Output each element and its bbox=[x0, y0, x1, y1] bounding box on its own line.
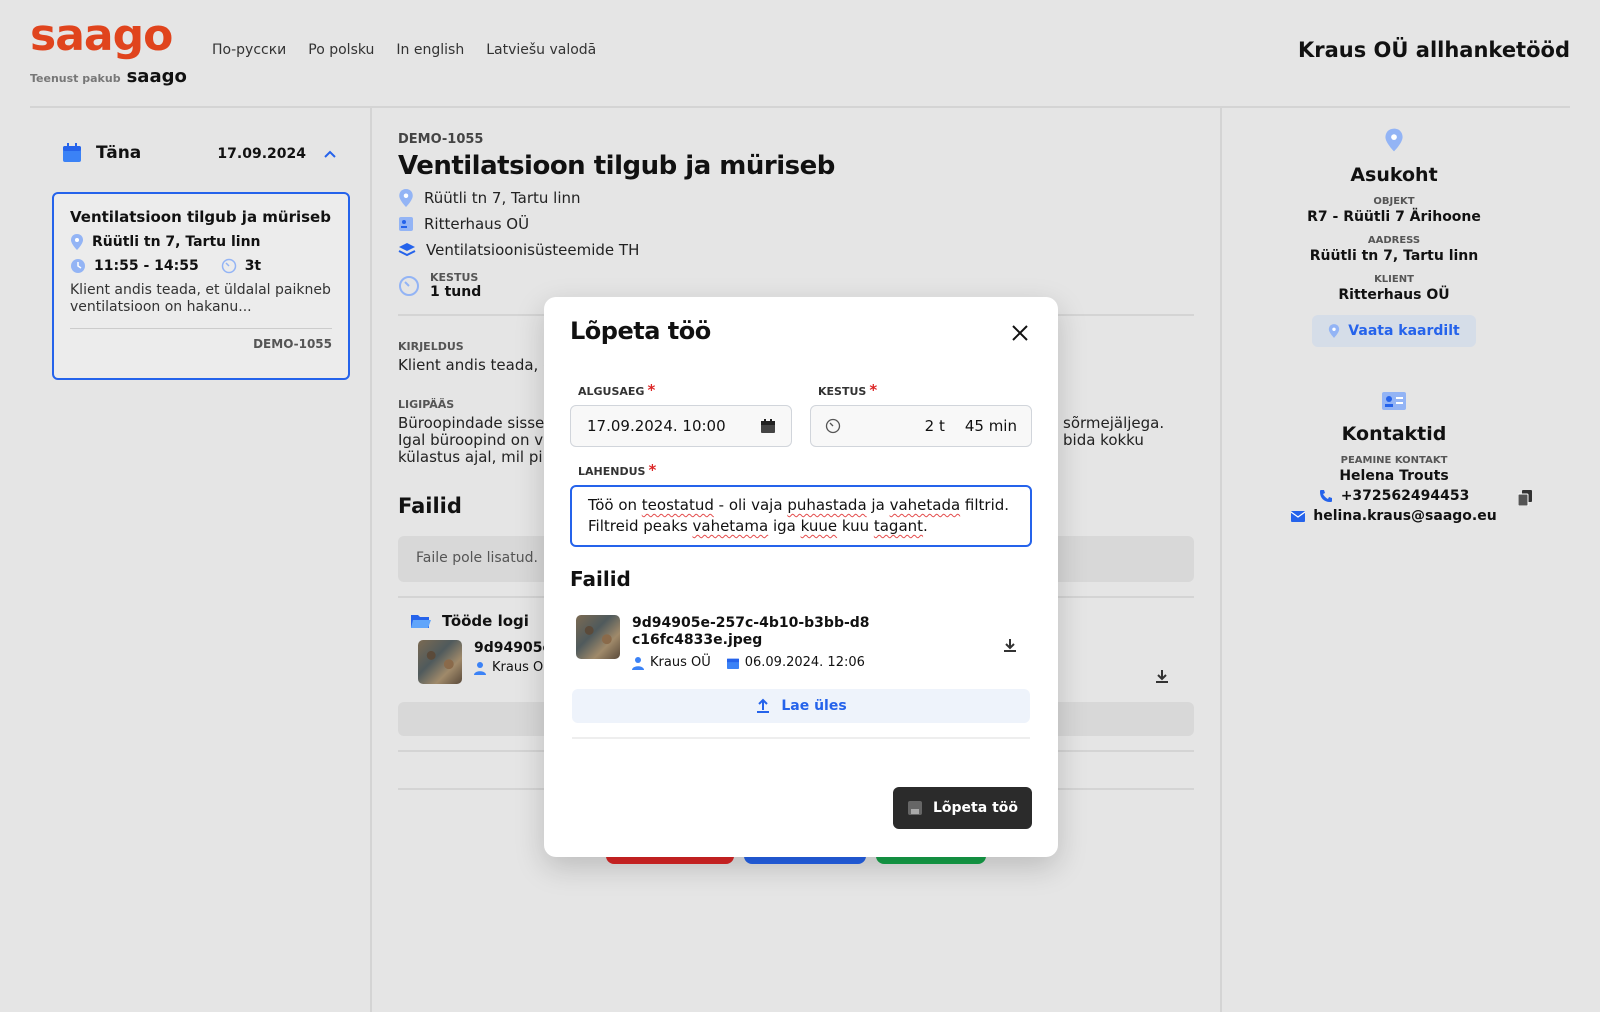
solution-textarea[interactable]: Töö on teostatud - oli vaja puhastada ja… bbox=[570, 485, 1032, 547]
save-icon bbox=[908, 801, 922, 815]
duration-field[interactable]: 2 t 45 min bbox=[810, 405, 1032, 447]
close-icon[interactable] bbox=[1010, 323, 1030, 343]
solution-text: teostatud bbox=[641, 496, 714, 514]
calendar-icon bbox=[726, 658, 739, 669]
modal-files-title: Failid bbox=[570, 567, 631, 591]
solution-text: kuue bbox=[800, 517, 838, 535]
file-meta: Kraus OÜ 06.09.2024. 12:06 bbox=[632, 655, 872, 670]
upload-button[interactable]: Lae üles bbox=[572, 689, 1030, 723]
upload-label: Lae üles bbox=[781, 698, 847, 714]
file-name: 9d94905e-257c-4b10-b3bb-d8c16fc4833e.jpe… bbox=[632, 615, 870, 648]
divider bbox=[572, 737, 1030, 739]
modal-file-item[interactable]: 9d94905e-257c-4b10-b3bb-d8c16fc4833e.jpe… bbox=[576, 615, 1026, 670]
file-thumbnail[interactable] bbox=[576, 615, 620, 659]
upload-icon bbox=[757, 698, 770, 713]
duration-label-text: KESTUS bbox=[818, 385, 867, 398]
modal-title: Lõpeta töö bbox=[570, 317, 711, 345]
solution-text: Töö on bbox=[588, 496, 642, 514]
solution-text: tagant bbox=[873, 517, 924, 535]
solution-text: vahetama bbox=[692, 517, 769, 535]
finish-job-modal: Lõpeta töö ALGUSAEG * 17.09.2024. 10:00 K… bbox=[544, 297, 1058, 857]
solution-text: kuu bbox=[837, 517, 874, 535]
start-time-value: 17.09.2024. 10:00 bbox=[587, 417, 726, 435]
download-icon[interactable] bbox=[1002, 637, 1018, 653]
duration-label: KESTUS * bbox=[818, 381, 878, 399]
start-time-label: ALGUSAEG * bbox=[578, 381, 656, 399]
file-author: Kraus OÜ bbox=[650, 655, 711, 670]
solution-text: - oli vaja bbox=[713, 496, 788, 514]
solution-text: ja bbox=[866, 496, 890, 514]
duration-minutes[interactable]: 45 min bbox=[965, 417, 1017, 435]
start-time-label-text: ALGUSAEG bbox=[578, 385, 645, 398]
calendar-icon[interactable] bbox=[761, 419, 775, 433]
solution-label-text: LAHENDUS bbox=[578, 465, 646, 478]
file-date: 06.09.2024. 12:06 bbox=[744, 655, 865, 670]
solution-text: vahetada bbox=[889, 496, 961, 514]
solution-text: . bbox=[923, 517, 928, 535]
timer-icon bbox=[825, 418, 841, 434]
duration-hours[interactable]: 2 t bbox=[925, 417, 945, 435]
solution-text: puhastada bbox=[787, 496, 867, 514]
finish-job-button[interactable]: Lõpeta töö bbox=[893, 787, 1032, 829]
start-time-field[interactable]: 17.09.2024. 10:00 bbox=[570, 405, 792, 447]
solution-label: LAHENDUS * bbox=[578, 461, 657, 479]
solution-text: iga bbox=[768, 517, 801, 535]
user-icon bbox=[632, 656, 644, 670]
finish-job-label: Lõpeta töö bbox=[933, 800, 1018, 816]
